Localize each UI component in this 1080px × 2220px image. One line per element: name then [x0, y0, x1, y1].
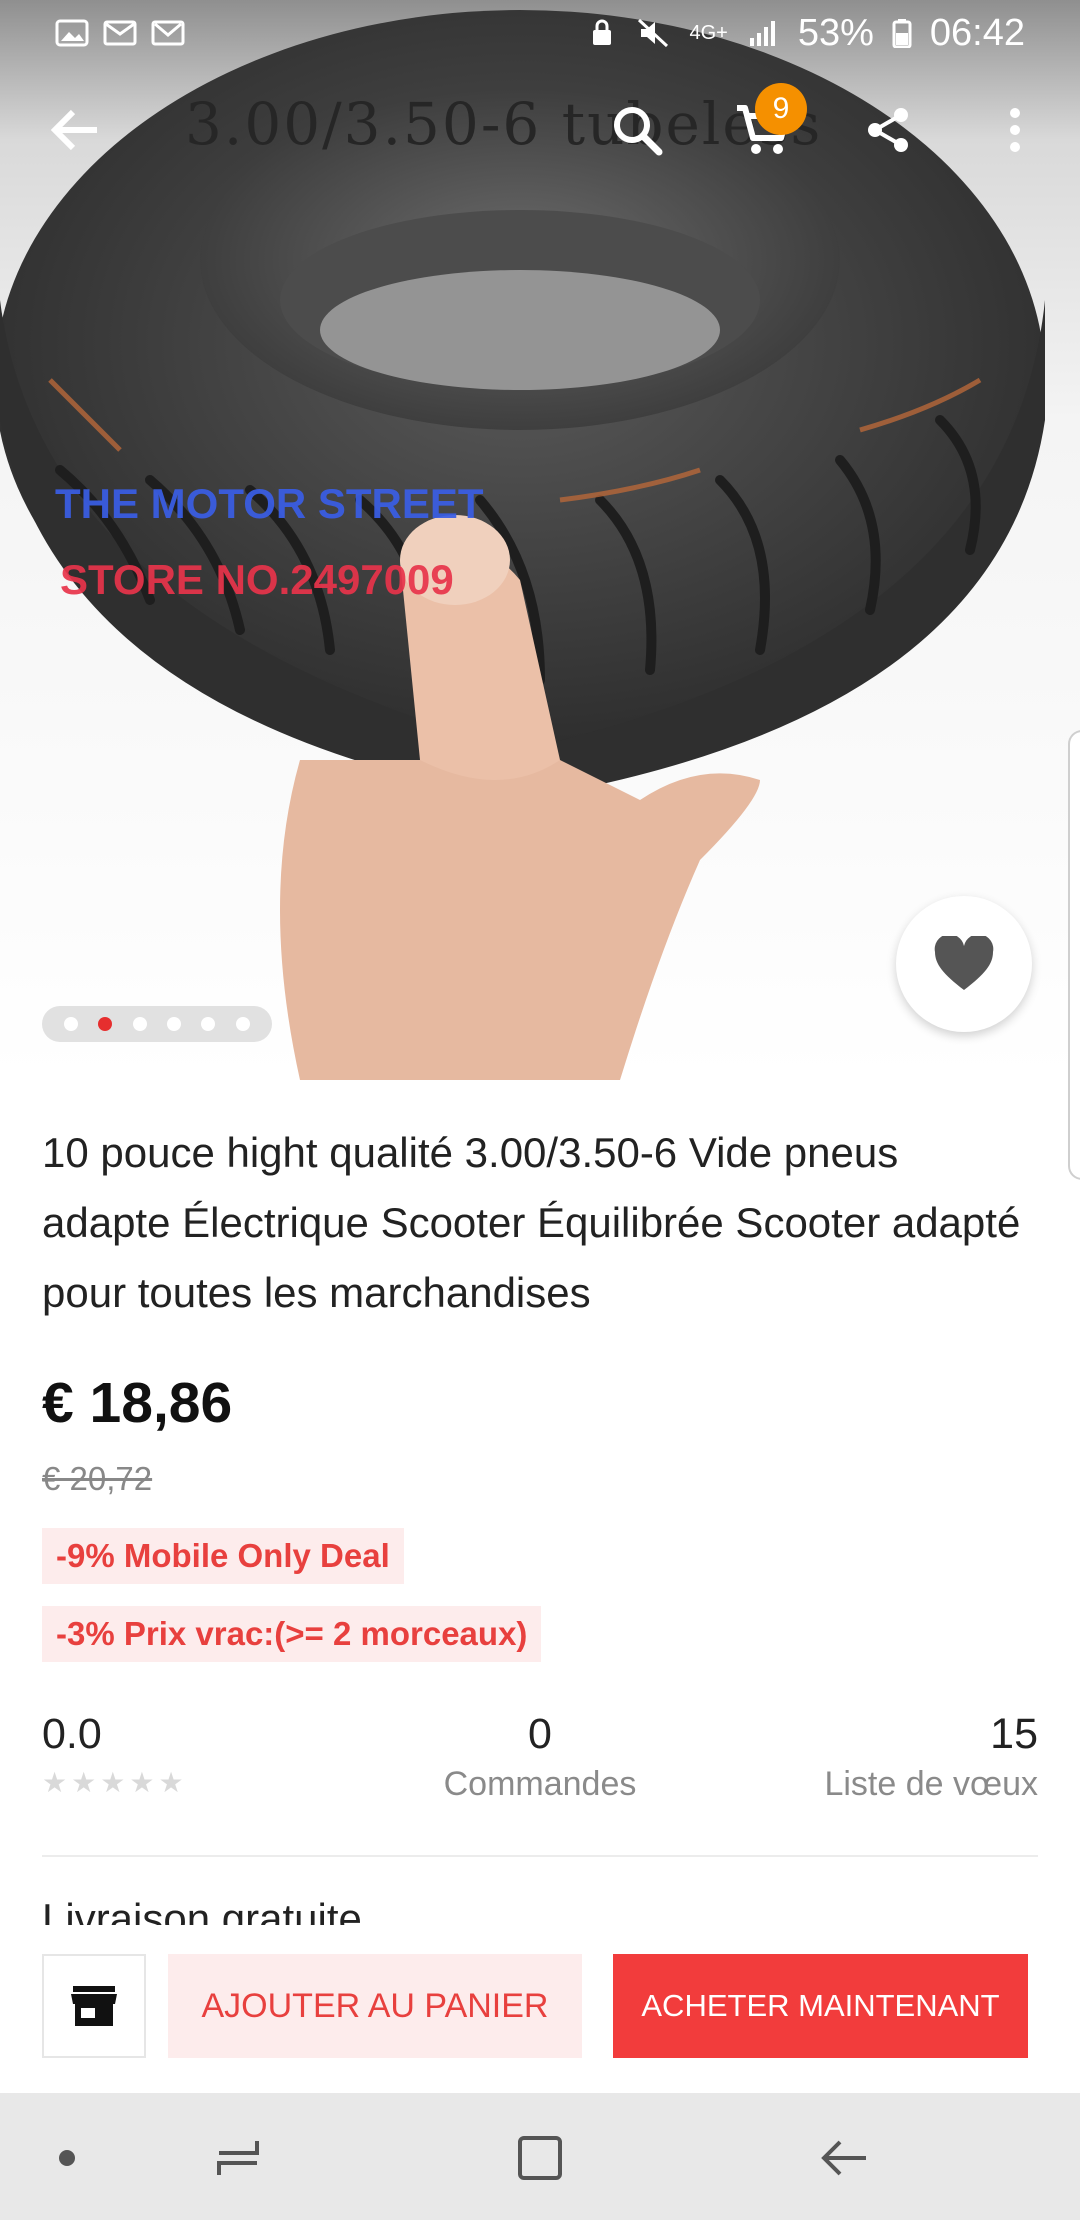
side-panel-handle[interactable]	[1068, 730, 1080, 1180]
system-back-button[interactable]	[808, 2123, 878, 2193]
star-icon: ★	[158, 1767, 184, 1798]
orders-stat: 0 Commandes	[440, 1710, 640, 1804]
more-options-button[interactable]	[975, 90, 1055, 170]
recents-icon	[217, 2141, 259, 2175]
promo-tag-mobile-deal: -9% Mobile Only Deal	[42, 1528, 404, 1584]
status-bar: 4G+ 53% 06:42	[0, 0, 1080, 66]
promo-tag-bulk-price[interactable]: -3% Prix vrac:(>= 2 morceaux)	[42, 1606, 542, 1662]
search-icon	[614, 107, 663, 156]
star-icon: ★	[42, 1767, 68, 1798]
dot-icon	[59, 2150, 75, 2166]
mute-icon	[638, 18, 669, 48]
system-navigation-bar	[0, 2093, 1080, 2220]
watermark-store-number: STORE NO.2497009	[60, 556, 454, 603]
rating-value: 0.0	[42, 1710, 102, 1758]
store-icon	[71, 1986, 117, 2026]
original-price: € 20,72	[42, 1460, 153, 1497]
back-arrow-icon	[821, 2140, 866, 2176]
wishlist-stat: 15 Liste de vœux	[824, 1710, 1038, 1804]
add-to-cart-button[interactable]: AJOUTER AU PANIER	[168, 1954, 582, 2058]
signal-icon	[749, 21, 775, 46]
mail-notification-icon	[103, 20, 137, 46]
status-system: 4G+ 53% 06:42	[585, 12, 1025, 55]
carousel-dot[interactable]	[235, 1017, 250, 1031]
carousel-dot[interactable]	[201, 1017, 216, 1031]
home-icon	[518, 2136, 562, 2180]
wishlist-count: 15	[990, 1710, 1038, 1758]
divider	[42, 1855, 1038, 1857]
cart-count-badge: 9	[755, 83, 807, 135]
heart-icon	[934, 936, 994, 990]
battery-icon	[892, 19, 912, 48]
star-rating: ★ ★ ★ ★ ★	[42, 1769, 184, 1797]
product-title: 10 pouce hight qualité 3.00/3.50-6 Vide …	[42, 1129, 1021, 1316]
product-stats: 0.0 ★ ★ ★ ★ ★ 0 Commandes 15 Liste de vœ…	[42, 1710, 1038, 1820]
nav-dot-button[interactable]	[32, 2123, 102, 2193]
star-icon: ★	[71, 1767, 97, 1798]
buy-now-button[interactable]: ACHETER MAINTENANT	[613, 1954, 1028, 2058]
network-type: 4G+	[689, 21, 728, 44]
status-notifications	[55, 18, 185, 48]
wishlist-button[interactable]	[896, 896, 1032, 1032]
star-icon: ★	[129, 1767, 155, 1798]
top-toolbar: 9	[0, 83, 1080, 180]
arrow-left-icon	[50, 109, 97, 151]
gallery-notification-icon	[55, 19, 89, 47]
star-icon: ★	[100, 1767, 126, 1798]
clock: 06:42	[929, 11, 1025, 54]
recents-button[interactable]	[203, 2123, 273, 2193]
carousel-dot[interactable]	[167, 1017, 182, 1031]
more-vertical-icon	[1010, 108, 1020, 152]
orders-label: Commandes	[443, 1765, 637, 1803]
carousel-dot-active[interactable]	[98, 1017, 113, 1031]
share-button[interactable]	[848, 90, 928, 170]
lock-icon	[593, 19, 612, 45]
gmail-notification-icon	[151, 20, 185, 46]
share-icon	[868, 108, 908, 152]
rating-stat[interactable]: 0.0 ★ ★ ★ ★ ★	[42, 1710, 184, 1797]
search-button[interactable]	[597, 90, 677, 170]
battery-level: 53%	[797, 11, 874, 54]
wishlist-label: Liste de vœux	[824, 1765, 1038, 1803]
product-price: € 18,86	[42, 1371, 233, 1435]
carousel-dot[interactable]	[64, 1017, 79, 1031]
carousel-indicator	[42, 1006, 272, 1042]
carousel-dot[interactable]	[132, 1017, 147, 1031]
back-button[interactable]	[34, 90, 114, 170]
home-button[interactable]	[505, 2123, 575, 2193]
store-button[interactable]	[42, 1954, 146, 2058]
shipping-row[interactable]: Livraison gratuite	[42, 1895, 362, 1925]
orders-count: 0	[528, 1710, 552, 1758]
watermark-store-name: THE MOTOR STREET	[55, 480, 484, 527]
bottom-action-bar: AJOUTER AU PANIER ACHETER MAINTENANT	[0, 1930, 1080, 2093]
